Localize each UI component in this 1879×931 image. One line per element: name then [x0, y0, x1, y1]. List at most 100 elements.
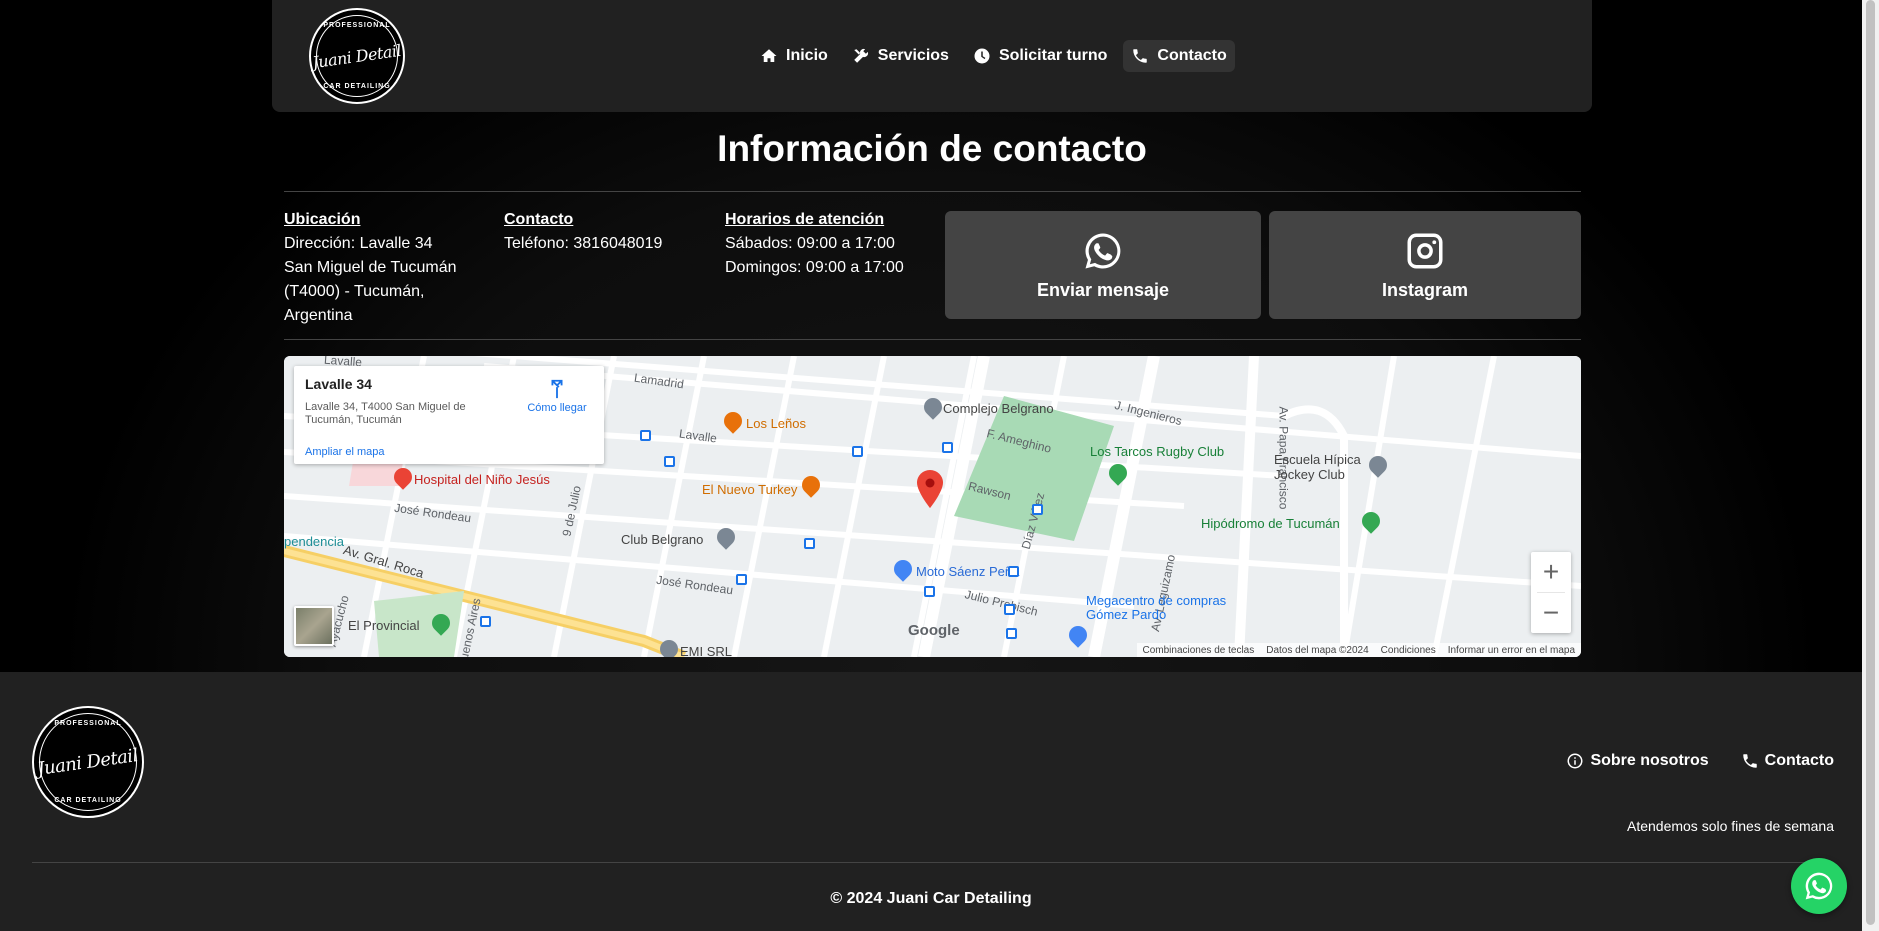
keyboard-shortcuts-link[interactable]: Combinaciones de teclas — [1143, 645, 1255, 656]
page-title: Información de contacto — [717, 128, 1147, 169]
whatsapp-message-button[interactable]: Enviar mensaje — [945, 211, 1261, 319]
poi-escuela-hipica[interactable]: Escuela Hípica Jockey Club — [1274, 452, 1374, 482]
footer-contact-link[interactable]: Contacto — [1741, 752, 1834, 770]
footer-contact-label: Contacto — [1764, 752, 1834, 769]
poi-hospital[interactable]: Hospital del Niño Jesús — [414, 472, 550, 487]
info-icon — [1567, 753, 1583, 769]
home-icon — [761, 49, 777, 62]
google-map[interactable]: Lamadrid Lavalle Lavalle Rawson F. Amegh… — [284, 356, 1581, 657]
directions-icon — [551, 379, 563, 399]
map-data-text: Datos del mapa ©2024 — [1266, 644, 1369, 656]
nav-solicitar-turno[interactable]: Solicitar turno — [965, 40, 1115, 72]
footer-divider — [32, 862, 1832, 863]
poi-complejo-belgrano[interactable]: Complejo Belgrano — [943, 401, 1054, 416]
poi-el-nuevo-turkey[interactable]: El Nuevo Turkey — [702, 482, 797, 497]
directions-link[interactable]: Cómo llegar — [522, 378, 592, 414]
contact-block: Contacto Teléfono: 3816048019 — [504, 208, 704, 256]
clock-icon — [974, 48, 990, 64]
nav-contacto-label: Contacto — [1157, 47, 1227, 64]
poi-moto-saenz-pena[interactable]: Moto Sáenz Peña — [916, 564, 1019, 579]
location-block: Ubicación Dirección: Lavalle 34 San Migu… — [284, 208, 474, 328]
logo-bottom-text: CAR DETAILING — [323, 83, 391, 90]
hours-block: Horarios de atención Sábados: 09:00 a 17… — [725, 208, 935, 280]
whatsapp-icon — [1805, 872, 1833, 900]
hours-saturday: Sábados: 09:00 a 17:00 — [725, 235, 895, 252]
phone-text: Teléfono: 3816048019 — [504, 235, 663, 252]
weekend-note: Atendemos solo fines de semana — [1626, 818, 1834, 834]
poi-club-belgrano[interactable]: Club Belgrano — [621, 532, 703, 547]
nav-solicitar-turno-label: Solicitar turno — [998, 47, 1108, 64]
location-heading: Ubicación — [284, 211, 361, 228]
bus-stop-icon[interactable] — [1032, 504, 1043, 515]
satellite-toggle[interactable] — [294, 606, 334, 646]
footer: PROFESSIONAL Juani Detail CAR DETAILING … — [0, 672, 1862, 931]
location-line: Argentina — [284, 307, 353, 324]
footer-about-link[interactable]: Sobre nosotros — [1566, 752, 1709, 770]
tools-icon — [854, 48, 868, 63]
whatsapp-icon — [1085, 233, 1121, 268]
poi-el-provincial[interactable]: El Provincial — [348, 618, 420, 633]
main-nav: Inicio Servicios Solicitar turno Contact… — [752, 40, 1235, 72]
bus-stop-icon[interactable] — [480, 616, 491, 627]
whatsapp-button-label: Enviar mensaje — [1036, 279, 1170, 300]
divider-top — [284, 191, 1581, 192]
location-line: Dirección: Lavalle 34 — [284, 235, 433, 252]
bus-stop-icon[interactable] — [804, 538, 815, 549]
bus-stop-icon[interactable] — [640, 430, 651, 441]
location-line: San Miguel de Tucumán — [284, 259, 457, 276]
nav-servicios[interactable]: Servicios — [844, 40, 957, 72]
bus-stop-icon[interactable] — [736, 574, 747, 585]
navbar: PROFESSIONAL Juani Detail CAR DETAILING … — [272, 0, 1592, 112]
page-scrollbar[interactable] — [1862, 0, 1879, 931]
phone-icon — [1133, 49, 1148, 63]
bus-stop-icon[interactable] — [942, 442, 953, 453]
zoom-controls: + − — [1531, 552, 1571, 633]
poi-los-tarcos[interactable]: Los Tarcos Rugby Club — [1090, 444, 1224, 459]
whatsapp-floating-button[interactable] — [1791, 858, 1847, 914]
poi-emi-srl[interactable]: EMI SRL — [680, 644, 732, 657]
bus-stop-icon[interactable] — [1004, 604, 1015, 615]
footer-about-label: Sobre nosotros — [1590, 752, 1709, 769]
poi-los-lenos[interactable]: Los Leños — [746, 416, 806, 431]
bus-stop-icon[interactable] — [1008, 566, 1019, 577]
hours-sunday: Domingos: 09:00 a 17:00 — [725, 259, 904, 276]
instagram-button-label: Instagram — [1381, 279, 1469, 300]
bus-stop-icon[interactable] — [664, 456, 675, 467]
brand-logo[interactable]: PROFESSIONAL Juani Detail CAR DETAILING — [309, 8, 405, 104]
footer-logo-bottom-text: CAR DETAILING — [54, 797, 122, 804]
terms-link[interactable]: Condiciones — [1381, 645, 1436, 656]
contact-heading: Contacto — [504, 211, 574, 228]
report-error-link[interactable]: Informar un error en el mapa — [1448, 645, 1575, 656]
nav-contacto[interactable]: Contacto — [1123, 40, 1235, 72]
logo-top-text: PROFESSIONAL — [323, 22, 391, 29]
bus-stop-icon[interactable] — [852, 446, 863, 457]
directions-label: Cómo llegar — [527, 402, 587, 414]
bus-stop-icon[interactable] — [1006, 628, 1017, 639]
instagram-icon — [1407, 233, 1443, 268]
map-attribution: Combinaciones de teclas Datos del mapa ©… — [1136, 643, 1581, 657]
zoom-out-button[interactable]: − — [1531, 593, 1571, 633]
enlarge-map-link[interactable]: Ampliar el mapa — [305, 446, 384, 458]
copyright-text: © 2024 Juani Car Detailing — [830, 890, 1032, 907]
scrollbar-thumb[interactable] — [1866, 0, 1875, 925]
location-marker-icon[interactable] — [917, 470, 943, 508]
nav-servicios-label: Servicios — [877, 47, 949, 64]
bus-stop-icon[interactable] — [924, 586, 935, 597]
divider-bottom — [284, 339, 1581, 340]
nav-inicio[interactable]: Inicio — [752, 40, 836, 72]
map-place-card: Lavalle 34 Lavalle 34, T4000 San Miguel … — [294, 366, 604, 464]
zoom-in-button[interactable]: + — [1531, 552, 1571, 592]
place-name: Lavalle 34 — [305, 376, 372, 392]
poi-megacentro[interactable]: Megacentro de compras Gómez Pardo — [1086, 594, 1236, 622]
phone-icon — [1742, 754, 1757, 768]
google-logo: Google — [908, 622, 960, 639]
footer-logo-top-text: PROFESSIONAL — [54, 720, 122, 727]
place-address: Lavalle 34, T4000 San Miguel de Tucumán,… — [305, 401, 466, 426]
instagram-button[interactable]: Instagram — [1269, 211, 1581, 319]
nav-inicio-label: Inicio — [786, 47, 828, 64]
location-line: (T4000) - Tucumán, — [284, 283, 425, 300]
hours-heading: Horarios de atención — [725, 211, 885, 228]
poi-independencia[interactable]: pendencia — [284, 534, 344, 549]
footer-brand-logo[interactable]: PROFESSIONAL Juani Detail CAR DETAILING — [32, 706, 144, 818]
poi-hipodromo[interactable]: Hipódromo de Tucumán — [1201, 516, 1340, 531]
